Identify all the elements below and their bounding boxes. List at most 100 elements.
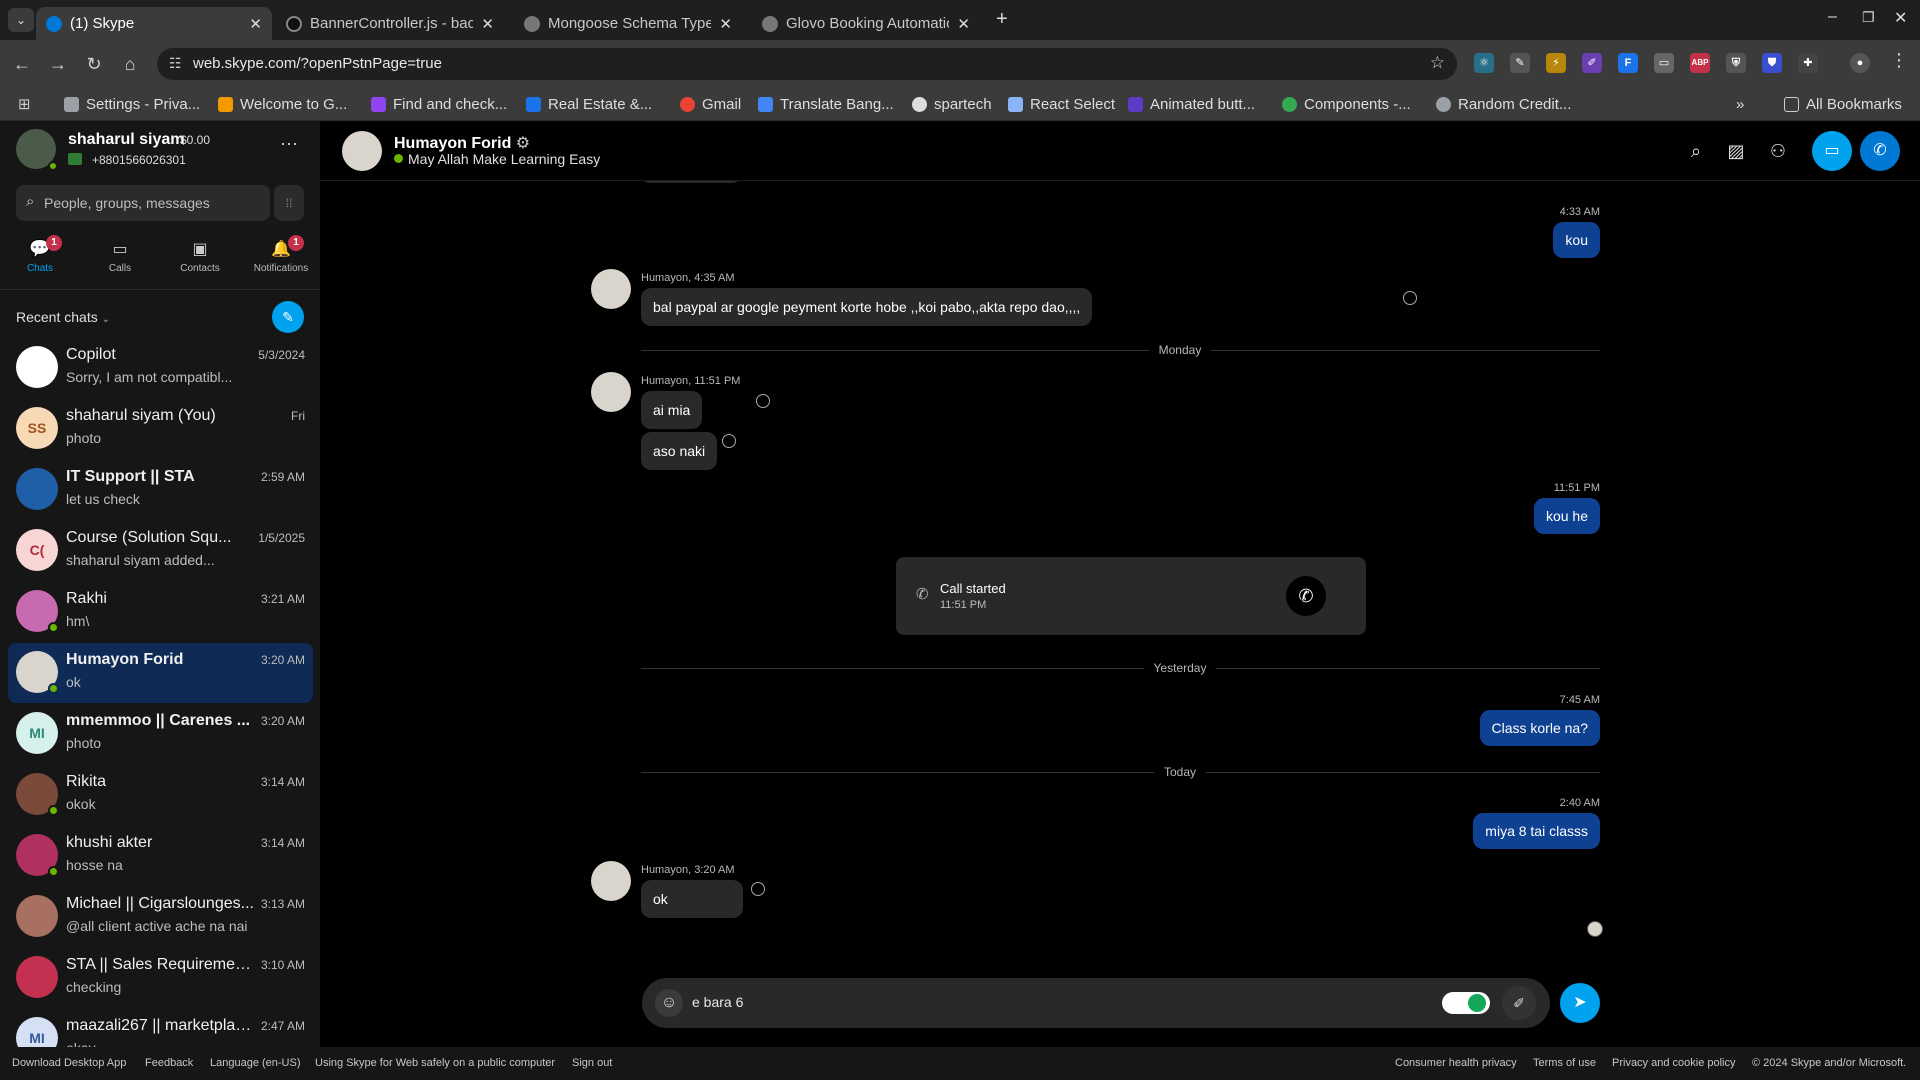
chat-list-item[interactable]: khushi akter hosse na 3:14 AM bbox=[8, 826, 313, 886]
lightning-extension-icon[interactable]: ⚡ bbox=[1546, 53, 1566, 73]
chat-list-item[interactable]: STA || Sales Requirement... checking 3:10 … bbox=[8, 948, 313, 1008]
react-devtools-extension-icon[interactable]: ⚛ bbox=[1474, 53, 1494, 73]
site-info-icon[interactable]: ☷ bbox=[169, 55, 182, 72]
add-reaction-icon[interactable] bbox=[751, 882, 765, 896]
chat-list-item[interactable]: Copilot Sorry, I am not compatibl... 5/3/2… bbox=[8, 338, 313, 398]
chat-list-item[interactable]: Michael || Cigarslounges... @all client a… bbox=[8, 887, 313, 947]
window-minimize-button[interactable]: – bbox=[1828, 8, 1837, 26]
footer-link[interactable]: Sign out bbox=[572, 1057, 612, 1069]
recent-chats-dropdown[interactable]: Recent chats ⌄ bbox=[16, 309, 110, 325]
footer-link[interactable]: Language (en-US) bbox=[210, 1057, 301, 1069]
bookmark-4[interactable]: Real Estate &... bbox=[526, 88, 658, 121]
add-reaction-icon[interactable] bbox=[1403, 291, 1417, 305]
forward-icon[interactable]: → bbox=[44, 40, 72, 88]
outgoing-message[interactable]: kou bbox=[1553, 222, 1600, 258]
dialpad-icon[interactable]: ⁞⁞ bbox=[274, 185, 304, 221]
browser-menu-icon[interactable]: ⋮ bbox=[1890, 50, 1908, 71]
send-button[interactable]: ➤ bbox=[1560, 983, 1600, 1023]
tab-close-icon[interactable]: ✕ bbox=[719, 15, 732, 33]
nav-contacts[interactable]: ▣ Contacts bbox=[176, 239, 224, 285]
browser-tab-2[interactable]: BannerController.js - bac ✕ bbox=[276, 7, 504, 40]
profile-name[interactable]: shaharul siyam bbox=[68, 131, 185, 149]
window-extension-icon[interactable]: ▭ bbox=[1654, 53, 1674, 73]
attach-icon[interactable]: ✐ bbox=[1502, 986, 1536, 1020]
incoming-message[interactable]: aso naki bbox=[641, 432, 718, 470]
bookmark-3[interactable]: Find and check... bbox=[371, 88, 511, 121]
window-close-button[interactable]: ✕ bbox=[1894, 8, 1907, 28]
tab-close-icon[interactable]: ✕ bbox=[957, 15, 970, 33]
bookmarks-overflow-icon[interactable]: » bbox=[1736, 88, 1744, 121]
browser-tab-4[interactable]: Glovo Booking Automatio ✕ bbox=[752, 7, 980, 40]
sender-avatar[interactable] bbox=[591, 372, 631, 412]
new-tab-button[interactable]: + bbox=[996, 8, 1008, 31]
color-picker-extension-icon[interactable]: ✎ bbox=[1510, 53, 1530, 73]
footer-link[interactable]: Feedback bbox=[145, 1057, 193, 1069]
chat-list-item[interactable]: Rakhi hm\ 3:21 AM bbox=[8, 582, 313, 642]
message-input[interactable]: e bara 6 bbox=[692, 994, 743, 1010]
message-composer[interactable]: ☺ e bara 6 ✐ bbox=[642, 978, 1550, 1028]
adblock-extension-icon[interactable]: ABP bbox=[1690, 53, 1710, 73]
bookmark-star-icon[interactable]: ☆ bbox=[1430, 53, 1445, 73]
nav-chats[interactable]: 💬 Chats 1 bbox=[16, 235, 64, 285]
contact-avatar[interactable] bbox=[342, 131, 382, 171]
emoji-icon[interactable]: ☺ bbox=[655, 989, 683, 1017]
grammar-extension-widget[interactable] bbox=[1442, 992, 1490, 1014]
nav-notifications[interactable]: 🔔 Notifications 1 bbox=[250, 235, 312, 285]
browser-tab-3[interactable]: Mongoose Schema Type ✕ bbox=[514, 7, 742, 40]
incoming-message[interactable]: ai mia bbox=[641, 391, 703, 429]
outgoing-message[interactable]: kou he bbox=[1533, 498, 1600, 534]
add-reaction-icon[interactable] bbox=[722, 434, 736, 448]
bookmark-6[interactable]: Translate Bang... bbox=[758, 88, 898, 121]
bookmark-gmail[interactable]: Gmail bbox=[680, 88, 752, 121]
conversation-title-label[interactable]: Humayon Forid ⚙ bbox=[394, 133, 530, 153]
footer-link[interactable]: Terms of use bbox=[1533, 1057, 1596, 1069]
chat-list-item[interactable]: IT Support || STA let us check 2:59 AM bbox=[8, 460, 313, 520]
window-restore-button[interactable]: ❐ bbox=[1862, 9, 1875, 26]
all-bookmarks-button[interactable]: All Bookmarks bbox=[1784, 88, 1912, 121]
outgoing-message[interactable]: miya 8 tai classs bbox=[1473, 813, 1600, 849]
extensions-puzzle-icon[interactable]: ✚ bbox=[1798, 53, 1818, 73]
bookmark-2[interactable]: Welcome to G... bbox=[218, 88, 354, 121]
search-in-chat-icon[interactable]: ⌕ bbox=[1678, 133, 1714, 169]
bookmark-9[interactable]: Animated butt... bbox=[1128, 88, 1262, 121]
tab-close-icon[interactable]: ✕ bbox=[481, 15, 494, 33]
browser-tab-1[interactable]: (1) Skype ✕ bbox=[36, 7, 272, 40]
bookmark-8[interactable]: React Select bbox=[1008, 88, 1116, 121]
fi-extension-icon[interactable]: F bbox=[1618, 53, 1638, 73]
incoming-message[interactable]: ok bbox=[641, 880, 743, 918]
bookmark-11[interactable]: Random Credit... bbox=[1436, 88, 1576, 121]
bookmark-10[interactable]: Components -... bbox=[1282, 88, 1414, 121]
back-icon[interactable]: ← bbox=[8, 40, 36, 88]
sender-avatar[interactable] bbox=[591, 861, 631, 901]
audio-call-button[interactable]: ✆ bbox=[1860, 131, 1900, 171]
shield-extension-icon[interactable]: ⛨ bbox=[1726, 53, 1746, 73]
add-people-icon[interactable]: ⚇ bbox=[1760, 133, 1796, 169]
chat-list-item[interactable]: Humayon Forid ok 3:20 AM bbox=[8, 643, 313, 703]
privacy-extension-icon[interactable]: ⛊ bbox=[1762, 53, 1782, 73]
tab-close-icon[interactable]: ✕ bbox=[249, 15, 262, 33]
footer-link[interactable]: Privacy and cookie policy bbox=[1612, 1057, 1736, 1069]
chat-list-item[interactable]: MI mmemmoo || Carenes ... photo 3:20 AM bbox=[8, 704, 313, 764]
footer-link[interactable]: Download Desktop App bbox=[12, 1057, 126, 1069]
bookmark-1[interactable]: Settings - Priva... bbox=[64, 88, 214, 121]
add-reaction-icon[interactable] bbox=[756, 394, 770, 408]
nav-calls[interactable]: ▭ Calls bbox=[96, 239, 144, 285]
outgoing-message[interactable]: Class korle na? bbox=[1479, 710, 1600, 746]
more-options-icon[interactable]: ··· bbox=[280, 133, 298, 154]
search-box[interactable]: ⌕ People, groups, messages bbox=[16, 185, 270, 221]
new-chat-button[interactable]: ✎ bbox=[272, 301, 304, 333]
bookmark-7[interactable]: spartech bbox=[912, 88, 1002, 121]
sender-avatar[interactable] bbox=[591, 269, 631, 309]
call-event-card[interactable]: ✆ Call started 11:51 PM ✆ bbox=[896, 557, 1366, 635]
reload-icon[interactable]: ↻ bbox=[80, 40, 108, 88]
address-bar[interactable]: ☷ web.skype.com/?openPstnPage=true ☆ bbox=[157, 48, 1457, 80]
home-icon[interactable]: ⌂ bbox=[116, 40, 144, 88]
gallery-icon[interactable]: ▨ bbox=[1718, 133, 1754, 169]
video-call-button[interactable]: ▭ bbox=[1812, 131, 1852, 171]
call-back-button[interactable]: ✆ bbox=[1286, 576, 1326, 616]
chat-list-item[interactable]: SS shaharul siyam (You) photo Fri bbox=[8, 399, 313, 459]
pen-extension-icon[interactable]: ✐ bbox=[1582, 53, 1602, 73]
skype-credit[interactable]: $0.00 bbox=[180, 133, 210, 147]
incoming-message[interactable]: bal paypal ar google peyment korte hobe … bbox=[641, 288, 1093, 326]
profile-avatar-icon[interactable]: ● bbox=[1850, 53, 1870, 73]
